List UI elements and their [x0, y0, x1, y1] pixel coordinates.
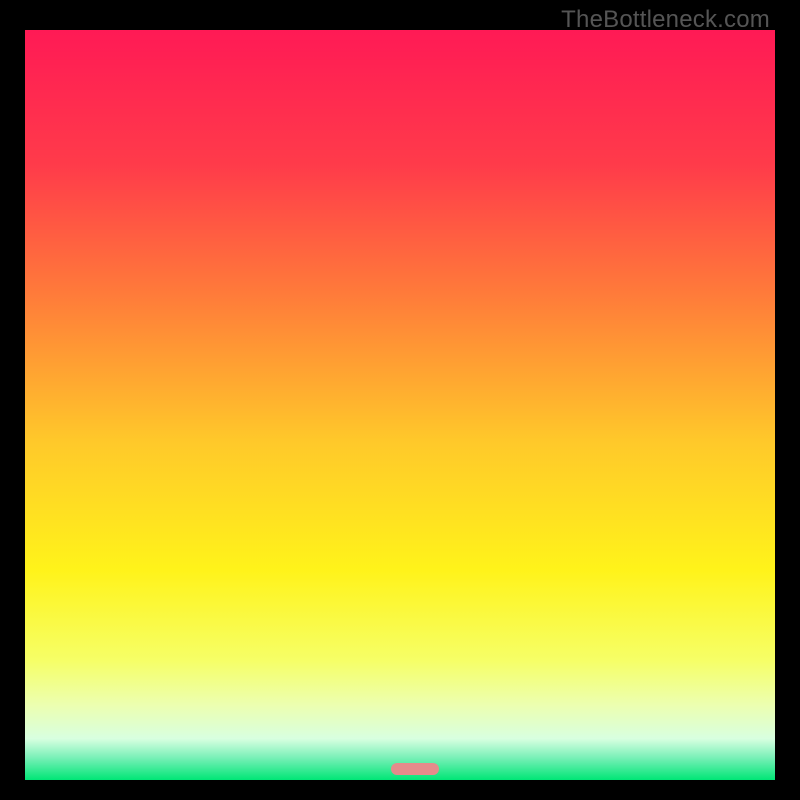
curve-layer	[25, 30, 775, 775]
right-curve	[430, 216, 775, 775]
chart-frame: TheBottleneck.com	[0, 0, 800, 800]
left-curve	[40, 30, 400, 775]
plot-area	[25, 30, 775, 775]
min-marker	[391, 763, 439, 775]
